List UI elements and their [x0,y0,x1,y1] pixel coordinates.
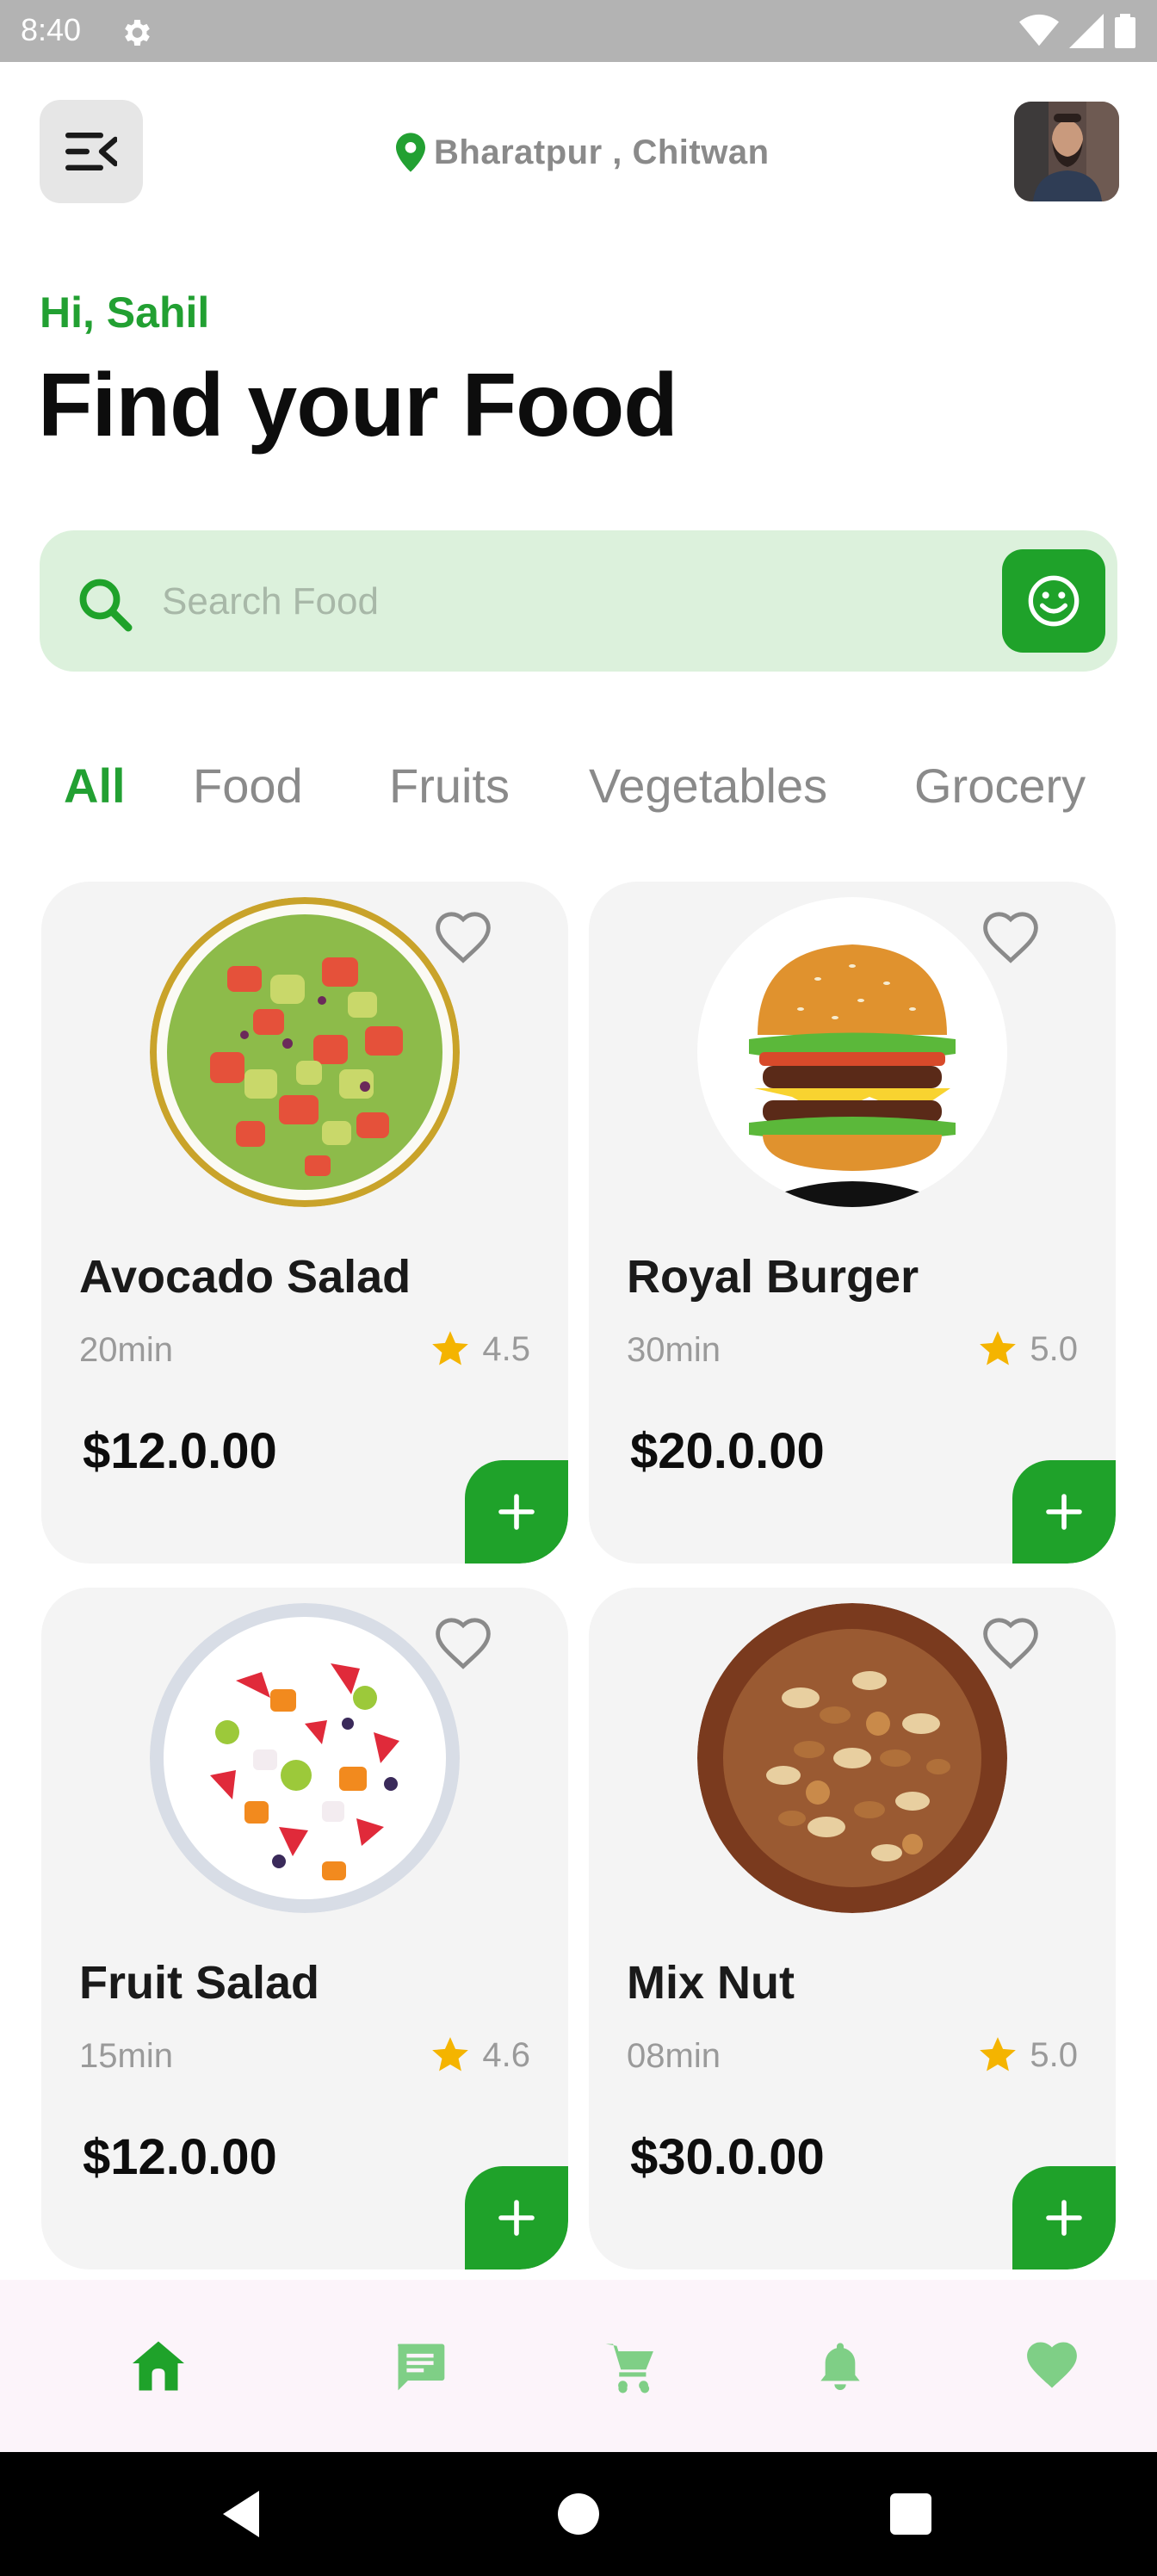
prep-time: 08min [627,2037,721,2075]
plus-icon [1046,1494,1082,1530]
plus-icon [498,1494,535,1530]
location-text: Bharatpur , Chitwan [434,133,770,171]
favorite-heart-icon[interactable] [432,907,494,969]
rating-value: 5.0 [1030,2035,1078,2074]
product-card[interactable]: Fruit Salad 15min 4.6 $12.0.00 [41,1588,568,2269]
favorite-heart-icon[interactable] [432,1613,494,1675]
prep-time: 20min [79,1331,173,1369]
product-price: $20.0.00 [630,1423,825,1479]
prep-time: 15min [79,2037,173,2075]
rating-value: 5.0 [1030,1329,1078,1368]
wifi-icon [1019,14,1059,46]
status-time: 8:40 [21,12,82,47]
tab-fruits[interactable]: Fruits [389,758,510,814]
cart-icon [605,2344,653,2393]
star-icon [432,2037,469,2071]
bottom-nav [0,2280,1157,2452]
search-icon [79,579,133,632]
favorite-heart-icon[interactable] [980,907,1042,969]
avocado-salad-image [150,897,460,1207]
tab-all[interactable]: All [64,758,126,814]
add-to-cart-button[interactable] [465,2166,568,2269]
location-selector[interactable]: Bharatpur , Chitwan [396,129,770,176]
rating: 5.0 [976,2034,1078,2077]
fruit-salad-image [150,1603,460,1913]
search-bar [40,530,1117,672]
tab-vegetables[interactable]: Vegetables [589,758,827,814]
nav-favorites[interactable] [1018,2331,1086,2400]
status-icons [1019,14,1136,48]
home-icon [133,2341,184,2391]
add-to-cart-button[interactable] [465,1460,568,1564]
greeting: Hi, Sahil [40,288,210,337]
rating: 5.0 [976,1328,1078,1371]
product-name: Fruit Salad [79,1957,320,2009]
signal-icon [1069,14,1104,48]
star-icon [432,1331,469,1365]
back-icon[interactable] [210,2483,272,2545]
filter-button[interactable] [1002,549,1105,653]
tab-grocery[interactable]: Grocery [914,758,1086,814]
menu-icon [65,133,117,170]
add-to-cart-button[interactable] [1012,2166,1116,2269]
product-card[interactable]: Avocado Salad 20min 4.5 $12.0.00 [41,882,568,1564]
recents-icon[interactable] [880,2483,942,2545]
category-tabs: All Food Fruits Vegetables Grocery [0,758,1157,827]
nav-messages[interactable] [386,2331,455,2400]
product-price: $30.0.00 [630,2129,825,2185]
product-card[interactable]: Mix Nut 08min 5.0 $30.0.00 [589,1588,1116,2269]
mix-nut-image [697,1603,1007,1913]
chat-icon [398,2344,445,2391]
nav-cart[interactable] [596,2331,665,2400]
location-pin-icon [396,133,425,172]
rating-value: 4.6 [482,2035,530,2074]
rating: 4.5 [429,1328,530,1371]
status-bar: 8:40 [0,0,1157,62]
smiley-icon [1028,575,1080,627]
royal-burger-image [697,897,1007,1207]
settings-gear-icon [125,20,150,46]
add-to-cart-button[interactable] [1012,1460,1116,1564]
system-nav-bar [0,2452,1157,2576]
nav-home[interactable] [124,2331,193,2400]
tab-food[interactable]: Food [193,758,303,814]
nav-notifications[interactable] [806,2331,875,2400]
avatar[interactable] [1014,102,1119,201]
product-price: $12.0.00 [83,2129,277,2185]
product-name: Mix Nut [627,1957,795,2009]
prep-time: 30min [627,1331,721,1369]
star-icon [980,2037,1017,2071]
product-name: Royal Burger [627,1251,919,1303]
page-title: Find your Food [38,356,678,455]
bell-icon [820,2343,860,2390]
product-card[interactable]: Royal Burger 30min 5.0 $20.0.00 [589,882,1116,1564]
plus-icon [1046,2200,1082,2236]
user-photo [1014,102,1119,201]
battery-icon [1115,14,1135,48]
heart-icon [1027,2342,1077,2388]
product-price: $12.0.00 [83,1423,277,1479]
search-input[interactable] [162,563,1005,641]
plus-icon [498,2200,535,2236]
rating-value: 4.5 [482,1329,530,1368]
rating: 4.6 [429,2034,530,2077]
menu-button[interactable] [40,100,143,203]
favorite-heart-icon[interactable] [980,1613,1042,1675]
product-name: Avocado Salad [79,1251,411,1303]
star-icon [980,1331,1017,1365]
home-button-icon[interactable] [548,2483,609,2545]
